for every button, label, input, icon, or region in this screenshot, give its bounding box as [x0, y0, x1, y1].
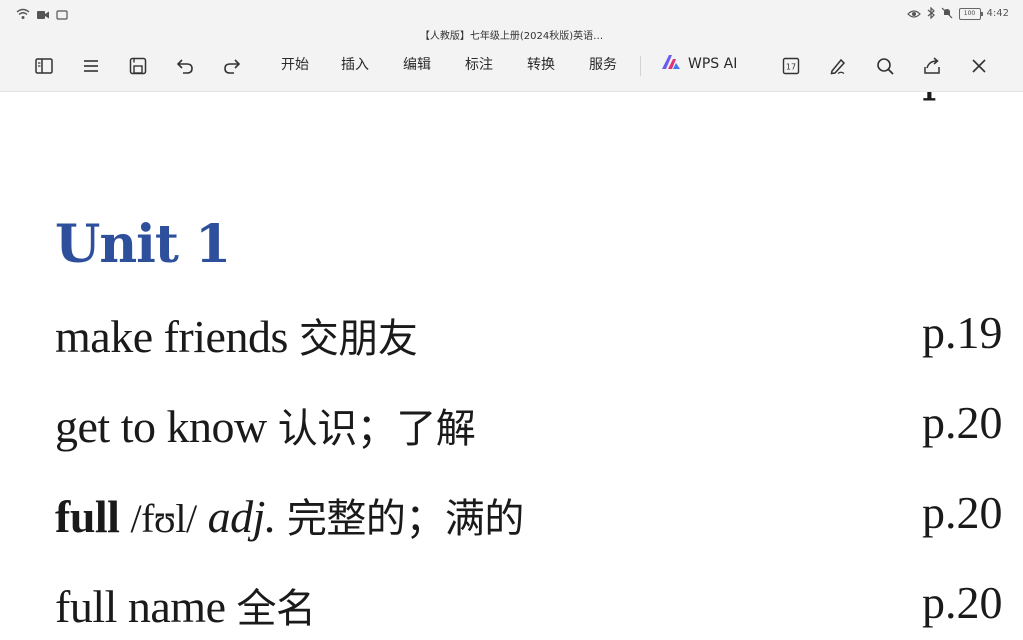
redo-icon[interactable] — [219, 53, 245, 79]
share-icon[interactable] — [919, 53, 945, 79]
menu-edit[interactable]: 编辑 — [403, 54, 431, 74]
entry-meaning: 完整的；满的 — [286, 496, 525, 542]
wps-ai-icon — [660, 53, 682, 75]
status-right: 100 4:42 — [906, 4, 1009, 23]
undo-icon[interactable] — [172, 53, 198, 79]
menu-annotate[interactable]: 标注 — [465, 54, 493, 74]
entry-page: p.20 — [922, 487, 1003, 538]
wps-ai-button[interactable]: WPS AI — [660, 53, 737, 75]
wps-ai-label: WPS AI — [688, 56, 738, 72]
menu-icon[interactable] — [78, 53, 104, 79]
menu-convert[interactable]: 转换 — [527, 54, 555, 74]
app-toolbar: 【人教版】七年级上册(2024秋版)英语… 开始 插入 编辑 标注 转换 服务 … — [0, 24, 1023, 92]
toolbar-divider — [640, 56, 641, 76]
search-icon[interactable] — [872, 53, 898, 79]
entry-meaning: 交朋友 — [298, 316, 418, 362]
eye-icon — [906, 4, 921, 23]
wifi-icon — [16, 5, 30, 24]
unit-heading: Unit 1 — [55, 214, 231, 275]
battery-icon: 100 — [958, 7, 983, 20]
save-icon[interactable] — [125, 53, 151, 79]
status-bar: 100 4:42 — [0, 0, 1023, 24]
document-page[interactable]: p Unit 1 make friends 交朋友 p.19 get to kn… — [0, 92, 1023, 640]
entry-page: p.19 — [922, 307, 1003, 358]
vocab-entry: full name 全名 — [55, 576, 316, 634]
cut-off-page-ref: p — [922, 92, 951, 102]
entry-page: p.20 — [922, 397, 1003, 448]
vocab-entry: make friends 交朋友 — [55, 306, 418, 364]
entry-phonetic: /fʊl/ — [130, 496, 197, 541]
bluetooth-icon — [927, 4, 935, 23]
entry-word: full — [55, 491, 120, 542]
vocab-entry: get to know 认识；了解 — [55, 396, 476, 454]
entry-word: make friends — [55, 311, 288, 362]
pen-icon[interactable] — [825, 53, 851, 79]
menu-service[interactable]: 服务 — [589, 54, 617, 74]
menu-insert[interactable]: 插入 — [341, 54, 369, 74]
entry-page: p.20 — [922, 577, 1003, 628]
entry-pos: adj. — [207, 491, 277, 542]
mute-icon — [941, 4, 953, 23]
document-title: 【人教版】七年级上册(2024秋版)英语… — [419, 31, 604, 42]
entry-meaning: 全名 — [236, 586, 317, 632]
page-count-icon[interactable]: 17 — [778, 53, 804, 79]
entry-word: full name — [55, 581, 226, 632]
status-left — [16, 5, 68, 24]
menu-home[interactable]: 开始 — [281, 54, 309, 74]
entry-word: get to know — [55, 401, 267, 452]
page-badge: 17 — [786, 63, 796, 72]
video-icon — [36, 5, 50, 24]
entry-meaning: 认识；了解 — [277, 406, 476, 452]
close-icon[interactable] — [966, 53, 992, 79]
vocab-entry: full /fʊl/ adj. 完整的；满的 — [55, 486, 524, 544]
square-icon — [56, 5, 68, 24]
clock: 4:42 — [986, 8, 1009, 19]
sidebar-icon[interactable] — [31, 53, 57, 79]
